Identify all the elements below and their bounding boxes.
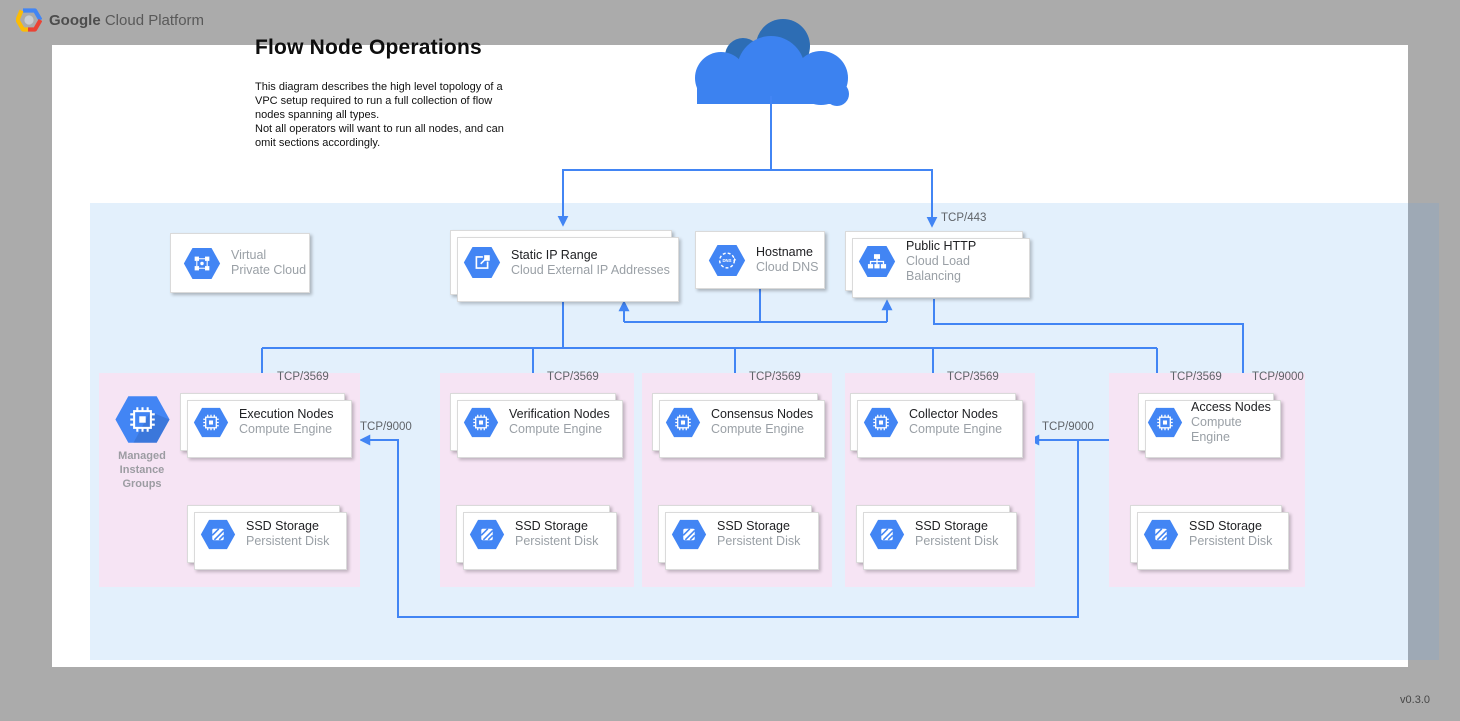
compute-engine-icon [463, 407, 499, 438]
ssd-storage-card-collector: SSD Storage Persistent Disk [856, 505, 1010, 563]
external-ip-icon [463, 246, 501, 279]
page-description: This diagram describes the high level to… [255, 80, 555, 150]
port-label-tcp9000-access: TCP/9000 [1252, 371, 1304, 383]
ssd-storage-card-verification: SSD Storage Persistent Disk [456, 505, 610, 563]
persistent-disk-icon [1143, 519, 1179, 550]
persistent-disk-icon [671, 519, 707, 550]
consensus-nodes-card: Consensus Nodes Compute Engine [652, 393, 818, 451]
access-nodes-card: Access Nodes Compute Engine [1138, 393, 1274, 451]
card-subtitle: Persistent Disk [717, 534, 800, 549]
card-title: Access Nodes [1191, 400, 1273, 415]
card-subtitle: Compute Engine [1191, 415, 1273, 445]
ssd-storage-card-consensus: SSD Storage Persistent Disk [658, 505, 812, 563]
card-subtitle: Persistent Disk [246, 534, 329, 549]
port-label-tcp443: TCP/443 [941, 212, 986, 224]
internet-cloud-icon [683, 12, 863, 112]
managed-instance-groups-icon [114, 395, 171, 444]
vpc-icon [183, 247, 221, 280]
brand-google: Google [49, 12, 101, 29]
card-title: Execution Nodes [239, 407, 334, 422]
card-title: Public HTTP [906, 239, 1022, 254]
card-subtitle: Persistent Disk [1189, 534, 1272, 549]
persistent-disk-icon [469, 519, 505, 550]
card-title: SSD Storage [515, 519, 598, 534]
compute-engine-icon [1147, 407, 1183, 438]
verification-nodes-card: Verification Nodes Compute Engine [450, 393, 616, 451]
vpc-zone-offpage-dim [1408, 203, 1439, 660]
card-subtitle: Compute Engine [509, 422, 610, 437]
compute-engine-icon [863, 407, 899, 438]
persistent-disk-icon [200, 519, 236, 550]
card-subtitle: Cloud DNS [756, 260, 819, 275]
card-title: SSD Storage [717, 519, 800, 534]
card-title: Consensus Nodes [711, 407, 813, 422]
persistent-disk-icon [869, 519, 905, 550]
card-title: Collector Nodes [909, 407, 1002, 422]
card-subtitle: Compute Engine [711, 422, 813, 437]
static-ip-range-card: Static IP Range Cloud External IP Addres… [450, 230, 672, 295]
card-subtitle: Persistent Disk [915, 534, 998, 549]
card-title: Hostname [756, 245, 819, 260]
card-title: Verification Nodes [509, 407, 610, 422]
svg-text:DNS: DNS [722, 258, 731, 263]
port-label-tcp3569-access: TCP/3569 [1170, 371, 1222, 383]
compute-engine-icon [193, 407, 229, 438]
hostname-card: DNS Hostname Cloud DNS [695, 231, 825, 289]
version-label: v0.3.0 [1400, 694, 1430, 706]
collector-nodes-card: Collector Nodes Compute Engine [850, 393, 1016, 451]
gcp-logo-icon [16, 8, 42, 32]
ssd-storage-card-access: SSD Storage Persistent Disk [1130, 505, 1282, 563]
card-title: Static IP Range [511, 248, 670, 263]
brand-text: Google Cloud Platform [49, 12, 204, 29]
card-subtitle: Compute Engine [239, 422, 334, 437]
load-balancer-icon [858, 245, 896, 278]
page-title: Flow Node Operations [255, 36, 482, 60]
card-subtitle: Persistent Disk [515, 534, 598, 549]
managed-instance-groups-label: Managed Instance Groups [99, 449, 185, 491]
card-title: Virtual [231, 248, 306, 263]
diagram-canvas: Google Cloud Platform Flow Node Operatio… [0, 0, 1460, 721]
card-subtitle: Cloud External IP Addresses [511, 263, 670, 278]
port-label-tcp9000-execution-loop: TCP/9000 [360, 421, 412, 433]
ssd-storage-card-execution: SSD Storage Persistent Disk [187, 505, 340, 563]
card-subtitle: Private Cloud [231, 263, 306, 278]
card-subtitle: Cloud Load Balancing [906, 254, 1022, 284]
virtual-private-cloud-card: Virtual Private Cloud [170, 233, 310, 293]
card-title: SSD Storage [1189, 519, 1272, 534]
port-label-tcp9000-collector-loop: TCP/9000 [1042, 421, 1094, 433]
card-title: SSD Storage [246, 519, 329, 534]
brand-cloud-platform: Cloud Platform [101, 12, 204, 29]
card-title: SSD Storage [915, 519, 998, 534]
gcp-brand: Google Cloud Platform [16, 8, 204, 32]
port-label-tcp3569-collector: TCP/3569 [947, 371, 999, 383]
execution-nodes-card: Execution Nodes Compute Engine [180, 393, 345, 451]
card-subtitle: Compute Engine [909, 422, 1002, 437]
cloud-dns-icon: DNS [708, 244, 746, 277]
public-http-card: Public HTTP Cloud Load Balancing [845, 231, 1023, 291]
port-label-tcp3569-execution: TCP/3569 [277, 371, 329, 383]
port-label-tcp3569-consensus: TCP/3569 [749, 371, 801, 383]
port-label-tcp3569-verification: TCP/3569 [547, 371, 599, 383]
compute-engine-icon [665, 407, 701, 438]
